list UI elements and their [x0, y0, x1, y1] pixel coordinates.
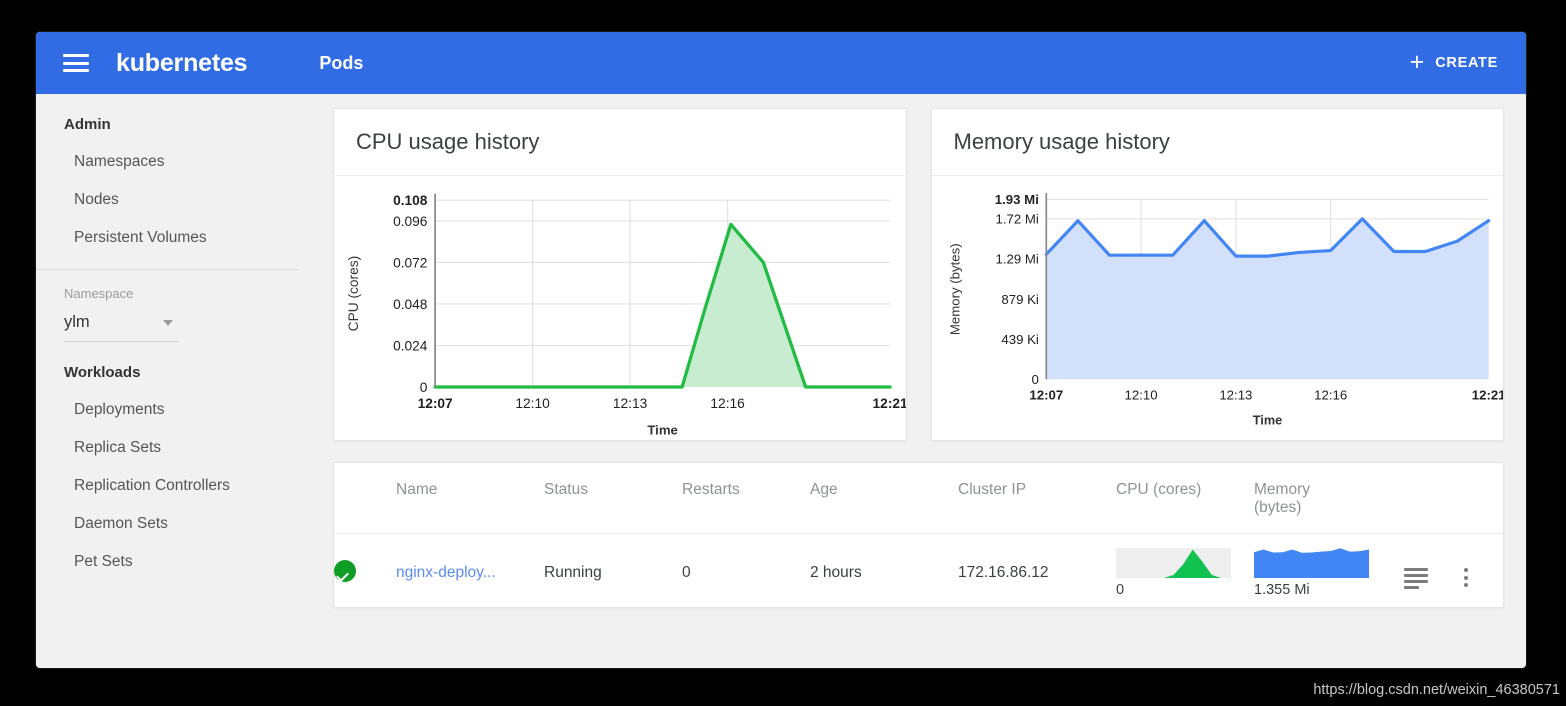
table-header-row: Name Status Restarts Age Cluster IP CPU … — [334, 463, 1503, 534]
kebab-menu-icon[interactable] — [1464, 568, 1468, 587]
table-head: Name Status Restarts Age Cluster IP CPU … — [334, 463, 1503, 534]
row-cluster-ip-cell: 172.16.86.12 — [958, 564, 1049, 581]
svg-text:Time: Time — [647, 422, 678, 437]
svg-text:12:07: 12:07 — [1029, 387, 1063, 402]
svg-text:1.29 Mi: 1.29 Mi — [995, 252, 1038, 267]
memory-card-title: Memory usage history — [931, 109, 1503, 176]
svg-text:Memory (bytes): Memory (bytes) — [947, 243, 962, 335]
cpu-current-value: 0 — [1116, 582, 1125, 598]
row-cpu-cell: 0 — [1116, 534, 1254, 608]
sidebar-item-namespaces[interactable]: Namespaces — [36, 143, 329, 181]
sidebar-item-replication-controllers[interactable]: Replication Controllers — [36, 467, 329, 505]
svg-text:12:16: 12:16 — [1314, 387, 1347, 402]
svg-text:12:10: 12:10 — [515, 396, 550, 411]
pods-table: Name Status Restarts Age Cluster IP CPU … — [334, 463, 1503, 608]
main-content: CPU usage history 0 0.024 0.048 0.072 0.096 0… — [329, 94, 1526, 668]
create-button-label: CREATE — [1435, 55, 1498, 71]
create-button[interactable]: + CREATE — [1409, 47, 1498, 76]
svg-text:Time: Time — [1252, 414, 1281, 428]
row-name-cell: nginx-deploy... — [396, 534, 544, 608]
hamburger-icon[interactable] — [63, 54, 89, 72]
th-memory-line2: (bytes) — [1254, 499, 1302, 516]
cpu-usage-chart: 0 0.024 0.048 0.072 0.096 0.108 12:07 12:10 12:1… — [346, 193, 906, 437]
svg-text:1.72 Mi: 1.72 Mi — [995, 212, 1038, 227]
svg-text:1.93 Mi: 1.93 Mi — [994, 192, 1038, 207]
sidebar-section-admin: Admin — [64, 116, 111, 133]
svg-text:0.048: 0.048 — [393, 297, 428, 312]
namespace-select[interactable]: ylm — [64, 313, 179, 342]
top-app-bar: kubernetes Pods + CREATE — [36, 32, 1526, 94]
th-cluster-ip[interactable]: Cluster IP — [958, 463, 1116, 534]
cpu-chart-area: 0 0.024 0.048 0.072 0.096 0.108 12:07 12:10 12:1… — [334, 176, 906, 451]
logs-icon[interactable] — [1404, 567, 1428, 589]
row-restarts-cell: 0 — [682, 564, 691, 581]
pods-table-card: Name Status Restarts Age Cluster IP CPU … — [333, 462, 1504, 608]
svg-text:12:21: 12:21 — [873, 396, 906, 411]
sidebar-item-pet-sets[interactable]: Pet Sets — [36, 543, 329, 581]
watermark-url: https://blog.csdn.net/weixin_46380571 — [1313, 682, 1560, 698]
charts-row: CPU usage history 0 0.024 0.048 0.072 0.096 0… — [333, 108, 1504, 441]
row-status-cell: Running — [544, 564, 602, 581]
row-age-cell: 2 hours — [810, 564, 862, 581]
th-name[interactable]: Name — [396, 463, 544, 534]
row-status-icon-cell — [334, 534, 396, 608]
svg-text:12:13: 12:13 — [1219, 387, 1252, 402]
svg-text:12:13: 12:13 — [613, 396, 648, 411]
memory-usage-chart: 0 439 Ki 879 Ki 1.29 Mi 1.72 Mi 1.93 Mi 12:07 1… — [947, 192, 1503, 428]
dashboard-window: kubernetes Pods + CREATE Admin Namespace… — [36, 32, 1526, 668]
pod-name-link[interactable]: nginx-deploy... — [396, 564, 496, 581]
memory-sparkline-wrap: 1.355 Mi — [1254, 548, 1369, 598]
table-body: nginx-deploy... Running 0 2 hours 172.16… — [334, 534, 1503, 608]
row-logs-cell — [1404, 534, 1464, 608]
svg-text:12:10: 12:10 — [1124, 387, 1157, 402]
th-status[interactable]: Status — [544, 463, 682, 534]
memory-current-value: 1.355 Mi — [1254, 582, 1310, 598]
sidebar-section-workloads: Workloads — [64, 364, 141, 381]
th-cpu[interactable]: CPU (cores) — [1116, 463, 1254, 534]
svg-text:0.072: 0.072 — [393, 255, 427, 270]
sidebar-item-replica-sets[interactable]: Replica Sets — [36, 429, 329, 467]
namespace-label: Namespace — [64, 286, 134, 301]
sidebar: Admin Namespaces Nodes Persistent Volume… — [36, 94, 329, 668]
svg-text:0.108: 0.108 — [393, 193, 428, 208]
svg-text:879 Ki: 879 Ki — [1001, 292, 1039, 307]
svg-text:0.096: 0.096 — [393, 214, 428, 229]
svg-text:0.024: 0.024 — [393, 338, 428, 353]
th-restarts[interactable]: Restarts — [682, 463, 810, 534]
body-area: Admin Namespaces Nodes Persistent Volume… — [36, 94, 1526, 668]
row-memory-cell: 1.355 Mi — [1254, 534, 1404, 608]
svg-text:0: 0 — [1031, 372, 1038, 387]
svg-text:12:07: 12:07 — [418, 396, 453, 411]
th-memory[interactable]: Memory (bytes) — [1254, 463, 1404, 534]
th-actions-2 — [1464, 463, 1503, 534]
chevron-down-icon — [163, 319, 173, 326]
table-row[interactable]: nginx-deploy... Running 0 2 hours 172.16… — [334, 534, 1503, 608]
page-title: Pods — [319, 52, 364, 73]
svg-text:0: 0 — [420, 380, 428, 395]
svg-text:439 Ki: 439 Ki — [1001, 332, 1039, 347]
namespace-selected-value: ylm — [64, 313, 90, 331]
svg-text:CPU (cores): CPU (cores) — [346, 256, 361, 331]
sidebar-item-persistent-volumes[interactable]: Persistent Volumes — [36, 219, 329, 257]
cpu-sparkline-wrap: 0 — [1116, 548, 1231, 598]
memory-usage-card: Memory usage history 0 439 Ki 879 Ki 1.29 M… — [930, 108, 1504, 441]
sidebar-item-deployments[interactable]: Deployments — [36, 391, 329, 429]
sidebar-item-daemon-sets[interactable]: Daemon Sets — [36, 505, 329, 543]
th-memory-line1: Memory — [1254, 481, 1310, 498]
cpu-usage-card: CPU usage history 0 0.024 0.048 0.072 0.096 0… — [333, 108, 907, 441]
th-actions-1 — [1404, 463, 1464, 534]
svg-text:12:16: 12:16 — [710, 396, 745, 411]
check-circle-icon — [334, 559, 356, 582]
brand-logo-text: kubernetes — [116, 48, 248, 77]
svg-text:12:21: 12:21 — [1471, 387, 1503, 402]
cpu-sparkline — [1116, 548, 1231, 578]
sidebar-item-nodes[interactable]: Nodes — [36, 181, 329, 219]
plus-icon: + — [1409, 47, 1425, 76]
row-menu-cell — [1464, 534, 1503, 608]
memory-chart-area: 0 439 Ki 879 Ki 1.29 Mi 1.72 Mi 1.93 Mi 12:07 1… — [932, 176, 1503, 441]
memory-sparkline — [1254, 548, 1369, 578]
th-spacer — [334, 463, 396, 534]
th-age[interactable]: Age — [810, 463, 958, 534]
cpu-card-title: CPU usage history — [334, 109, 906, 176]
